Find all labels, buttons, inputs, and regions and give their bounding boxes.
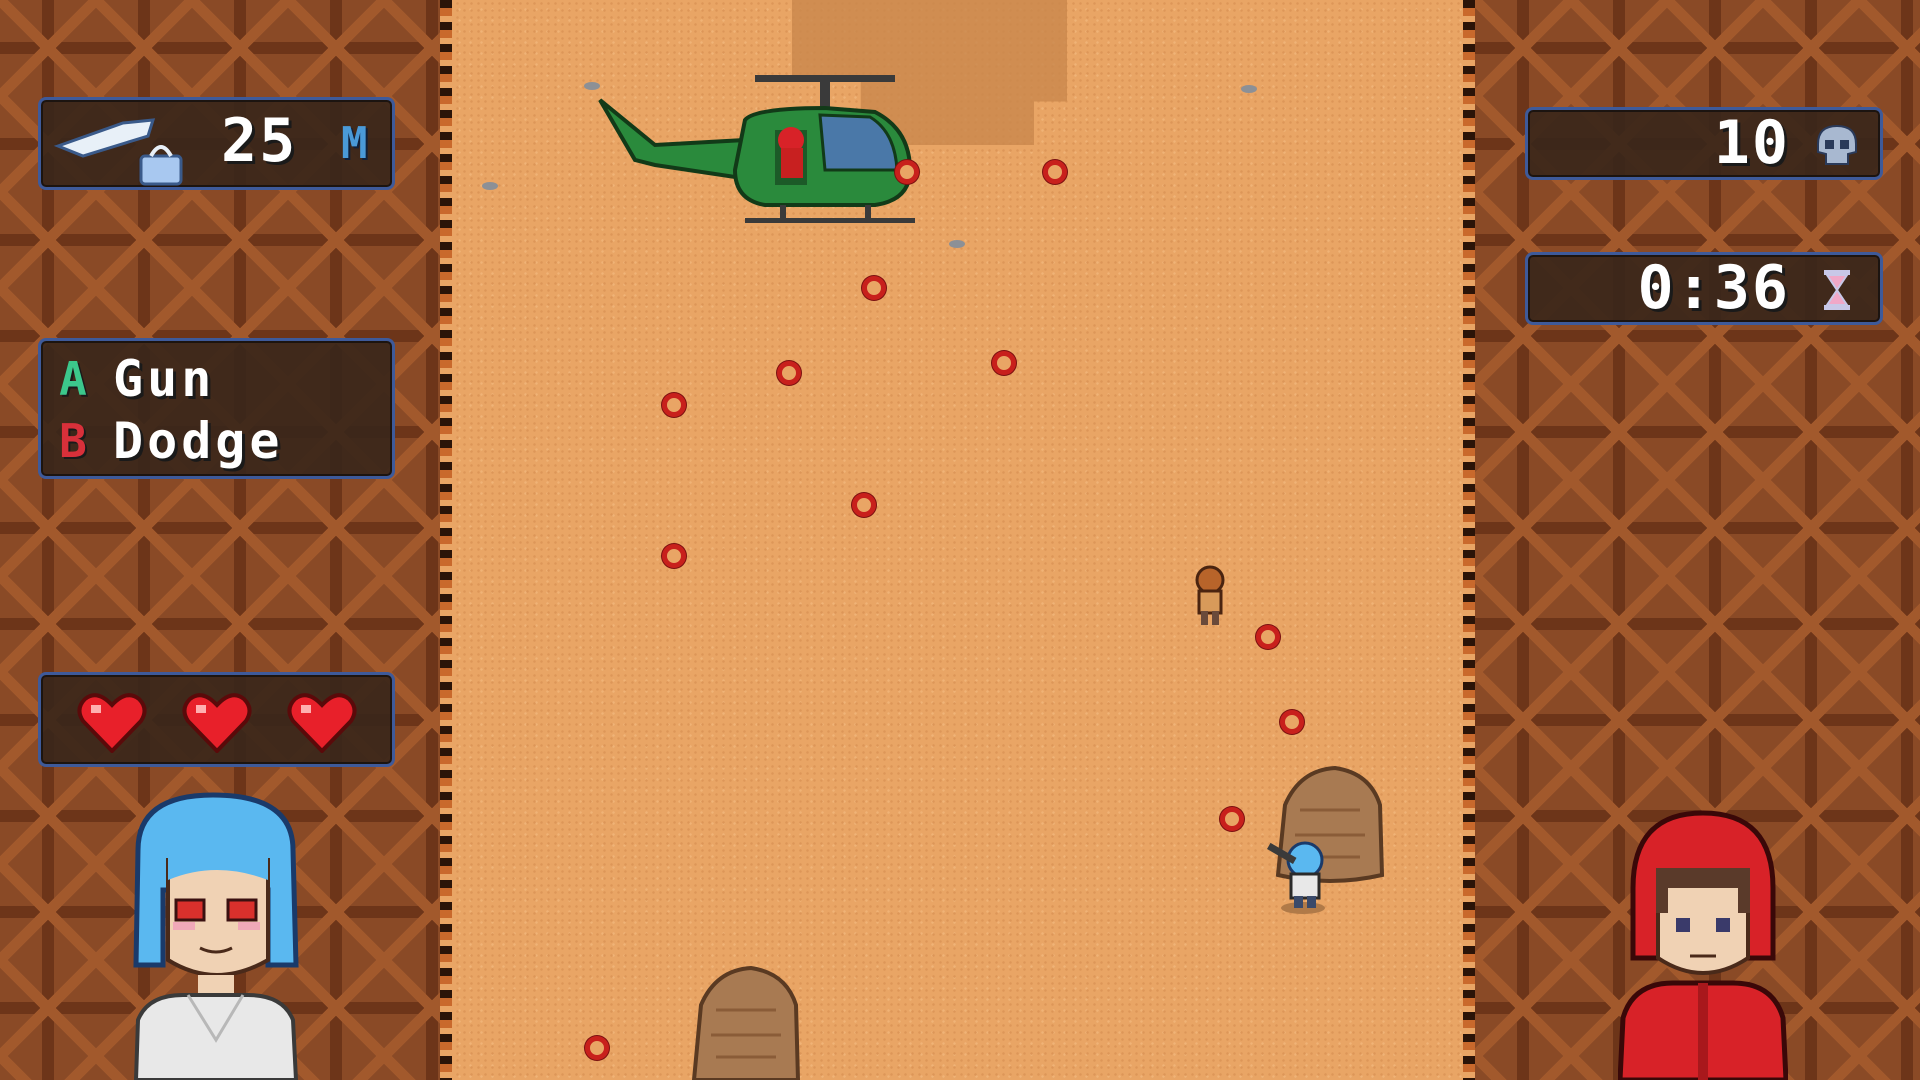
control-row-gun: A Gun [53,349,215,409]
enemy-bullet [662,544,686,568]
enemy-bullet [992,351,1016,375]
enemy-soldier [1195,565,1225,625]
timer-panel: 0:36 [1525,252,1883,325]
enemy-bullet [1256,625,1280,649]
enemy-bullet [662,393,686,417]
timer-value: 0:36 [1637,253,1790,323]
boulder [691,965,801,1080]
skull-icon [1817,124,1857,165]
enemy-bullet [1220,807,1244,831]
controls-panel: A Gun B Dodge [38,338,395,479]
enemy-helicopter [598,75,915,223]
enemy-bullet [895,160,919,184]
kill-counter-panel: 10 [1525,107,1883,180]
distance-panel: 25 M [38,97,395,190]
heart-icon [287,693,357,753]
distance-unit: M [341,118,368,169]
enemy-bullet [862,276,886,300]
kill-count-value: 10 [1713,108,1790,178]
enemy-bullet [1280,710,1304,734]
playfield-left-edge [440,0,452,1080]
gun-control-label: Gun [113,350,216,408]
playfield-right-edge [1463,0,1475,1080]
enemy-portrait [1618,810,1788,1080]
hourglass-icon [1824,270,1850,310]
flight-ticket-icon [53,118,183,186]
heart-icon [182,693,252,753]
b-button-icon: B [59,414,87,468]
enemy-bullet [852,493,876,517]
enemy-bullet [585,1036,609,1060]
player-portrait [133,792,299,1080]
distance-value: 25 [221,106,298,176]
pebble [1241,85,1257,93]
a-button-icon: A [59,352,87,406]
player-character [1267,841,1325,914]
pebble [482,182,498,190]
enemy-bullet [1043,160,1067,184]
control-row-dodge: B Dodge [53,411,284,471]
pebble [949,240,965,248]
lives-panel [38,672,395,767]
enemy-bullet [777,361,801,385]
heart-icon [77,693,147,753]
dodge-control-label: Dodge [113,412,284,470]
